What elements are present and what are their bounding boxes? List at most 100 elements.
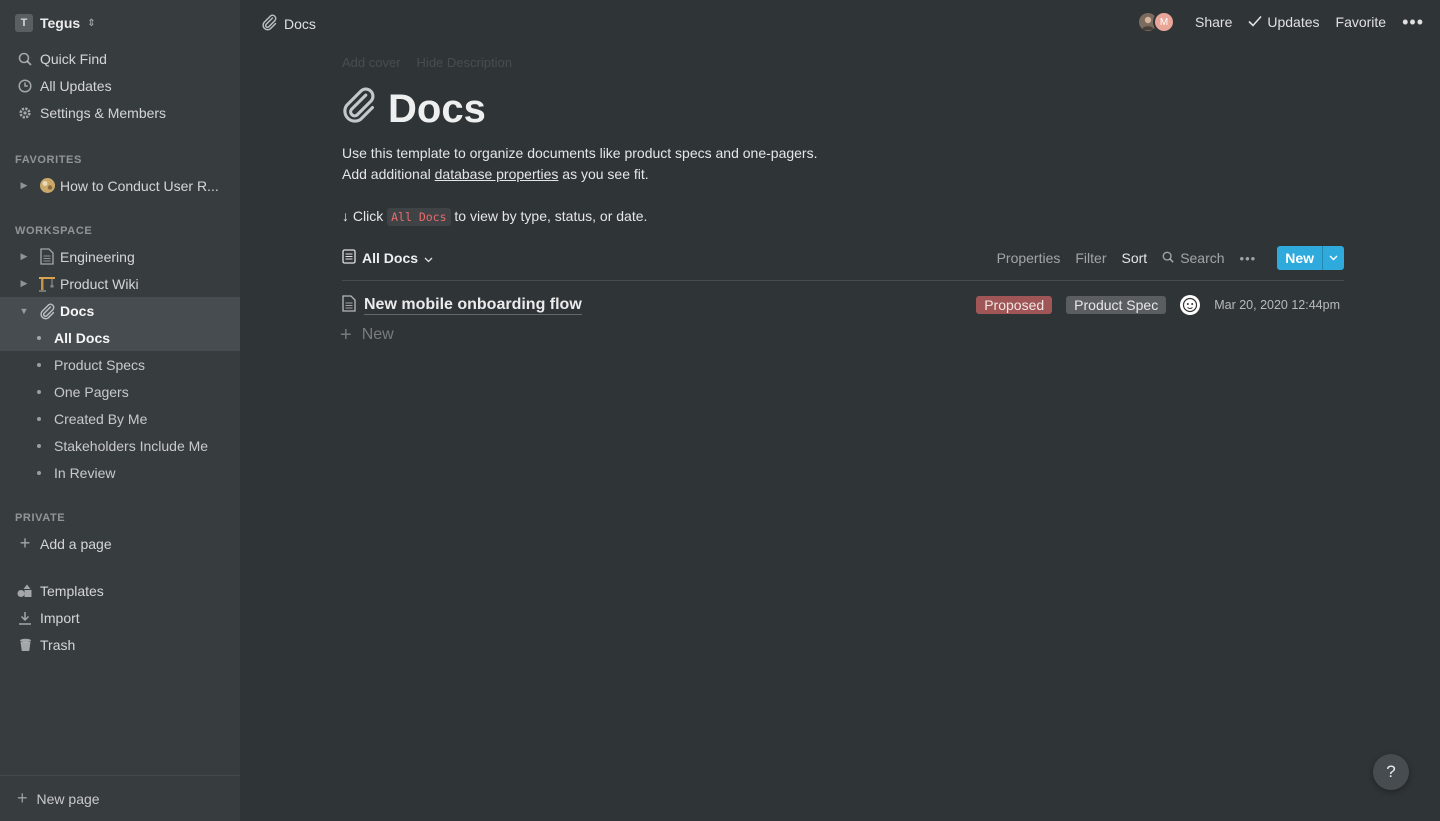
download-icon [15,611,35,625]
sidebar-view-product-specs[interactable]: Product Specs [0,351,240,378]
nav-label: Import [40,609,80,626]
new-dropdown-button[interactable] [1322,246,1344,270]
filter-button[interactable]: Filter [1075,250,1106,266]
sidebar-view-all-docs[interactable]: All Docs [0,324,240,351]
top-actions: M Share Updates Favorite ••• [1137,11,1424,33]
favorite-item-label: How to Conduct User R... [60,177,219,194]
bullet-icon [37,416,41,421]
more-options-icon[interactable]: ••• [1240,251,1257,266]
updates-button[interactable]: Updates [1248,14,1320,30]
workspace-switcher[interactable]: T Tegus ⇕ [15,13,96,33]
add-row-label: New [361,326,394,343]
sidebar-view-created-by-me[interactable]: Created By Me [0,405,240,432]
triangle-right-icon[interactable]: ▶ [17,180,31,191]
sidebar-view-label: Stakeholders Include Me [54,437,209,454]
document-icon [342,295,356,315]
nav-label: Settings & Members [40,104,167,121]
add-page-button[interactable]: + Add a page [0,530,240,557]
plus-icon: + [340,324,352,346]
workspace-avatar: T [15,14,33,32]
sidebar-view-one-pagers[interactable]: One Pagers [0,378,240,405]
hint-text: to view by type, status, or date. [450,208,648,224]
sort-button[interactable]: Sort [1122,250,1148,266]
row-properties: Proposed Product Spec Mar 20, 2020 12:44… [976,295,1340,315]
favorite-button[interactable]: Favorite [1336,14,1387,30]
sidebar-view-label: Created By Me [54,410,148,427]
sidebar-view-label: In Review [54,464,116,481]
list-item[interactable]: New mobile onboarding flow Proposed Prod… [342,291,1344,319]
view-selector[interactable]: All Docs [342,249,433,267]
avatar [1180,295,1201,315]
favorites-section-label: FAVORITES [15,154,82,166]
chevron-updown-icon: ⇕ [87,17,96,29]
more-options-icon[interactable]: ••• [1402,12,1424,33]
page-title-text[interactable]: Docs [388,87,486,132]
plus-icon: + [17,788,28,808]
nav-templates[interactable]: Templates [0,577,240,604]
new-entry-button[interactable]: New [1277,246,1322,270]
nav-settings-members[interactable]: Settings & Members [0,99,240,126]
new-page-label: New page [36,790,100,807]
checkmark-icon [1248,14,1262,30]
plus-icon: + [19,533,31,553]
page-header-actions: Add cover Hide Description [342,55,512,70]
add-cover-button[interactable]: Add cover [342,55,401,70]
bullet-icon [37,443,41,448]
type-badge: Product Spec [1066,296,1167,314]
view-name: All Docs [362,250,419,266]
triangle-right-icon[interactable]: ▶ [17,251,31,262]
nav-quick-find[interactable]: Quick Find [0,45,240,72]
nav-all-updates[interactable]: All Updates [0,72,240,99]
sidebar-view-label: One Pagers [54,383,129,400]
database-view-bar: All Docs Properties Filter Sort Search •… [342,244,1344,281]
new-button-group: New [1277,246,1344,270]
bullet-icon [37,362,41,367]
triangle-down-icon[interactable]: ▼ [17,306,31,316]
status-badge: Proposed [976,296,1053,314]
bullet-icon [37,335,41,340]
database-properties-link[interactable]: database properties [435,166,559,182]
bullet-icon [37,389,41,394]
chevron-down-icon [424,250,433,266]
favorite-item-user-research[interactable]: ▶ How to Conduct User R... [0,172,240,199]
sidebar-item-product-wiki[interactable]: ▶ Product Wiki [0,270,240,297]
sidebar: T Tegus ⇕ Quick Find All Updates Setting… [0,0,240,821]
templates-icon [15,584,35,598]
clock-icon [15,78,35,93]
search-icon [1162,250,1174,266]
paperclip-icon[interactable] [338,84,378,134]
add-row-button[interactable]: + New [340,324,394,346]
nav-label: Quick Find [40,50,107,67]
description-hint: ↓ Click All Docs to view by type, status… [342,208,648,226]
sidebar-view-in-review[interactable]: In Review [0,459,240,486]
hint-text: ↓ Click [342,208,388,224]
search-label: Search [1180,250,1225,266]
description-text: Add additional [342,166,435,182]
breadcrumb[interactable]: Docs [260,13,316,34]
sidebar-item-engineering[interactable]: ▶ Engineering [0,243,240,270]
page-title: Docs [338,84,486,134]
avatar: M [1153,11,1175,33]
workspace-section-label: WORKSPACE [15,225,93,237]
new-page-button[interactable]: + New page [0,775,240,821]
document-icon [37,248,57,265]
sidebar-item-label: Docs [60,302,95,319]
hide-description-button[interactable]: Hide Description [417,55,512,70]
sidebar-item-docs[interactable]: ▼ Docs [0,297,240,324]
row-date: Mar 20, 2020 12:44pm [1214,298,1340,312]
nav-trash[interactable]: Trash [0,631,240,658]
sidebar-item-label: Product Wiki [60,275,139,292]
private-section-label: PRIVATE [15,512,66,524]
help-button[interactable]: ? [1373,754,1409,790]
gear-icon [15,106,35,120]
properties-button[interactable]: Properties [997,250,1061,266]
sidebar-view-label: Product Specs [54,356,146,373]
share-button[interactable]: Share [1195,14,1232,30]
collaborator-avatars[interactable]: M [1137,11,1175,33]
row-title[interactable]: New mobile onboarding flow [364,296,582,315]
nav-import[interactable]: Import [0,604,240,631]
search-button[interactable]: Search [1162,250,1225,266]
sidebar-view-stakeholders-include-me[interactable]: Stakeholders Include Me [0,432,240,459]
triangle-right-icon[interactable]: ▶ [17,278,31,289]
bullet-icon [37,470,41,475]
